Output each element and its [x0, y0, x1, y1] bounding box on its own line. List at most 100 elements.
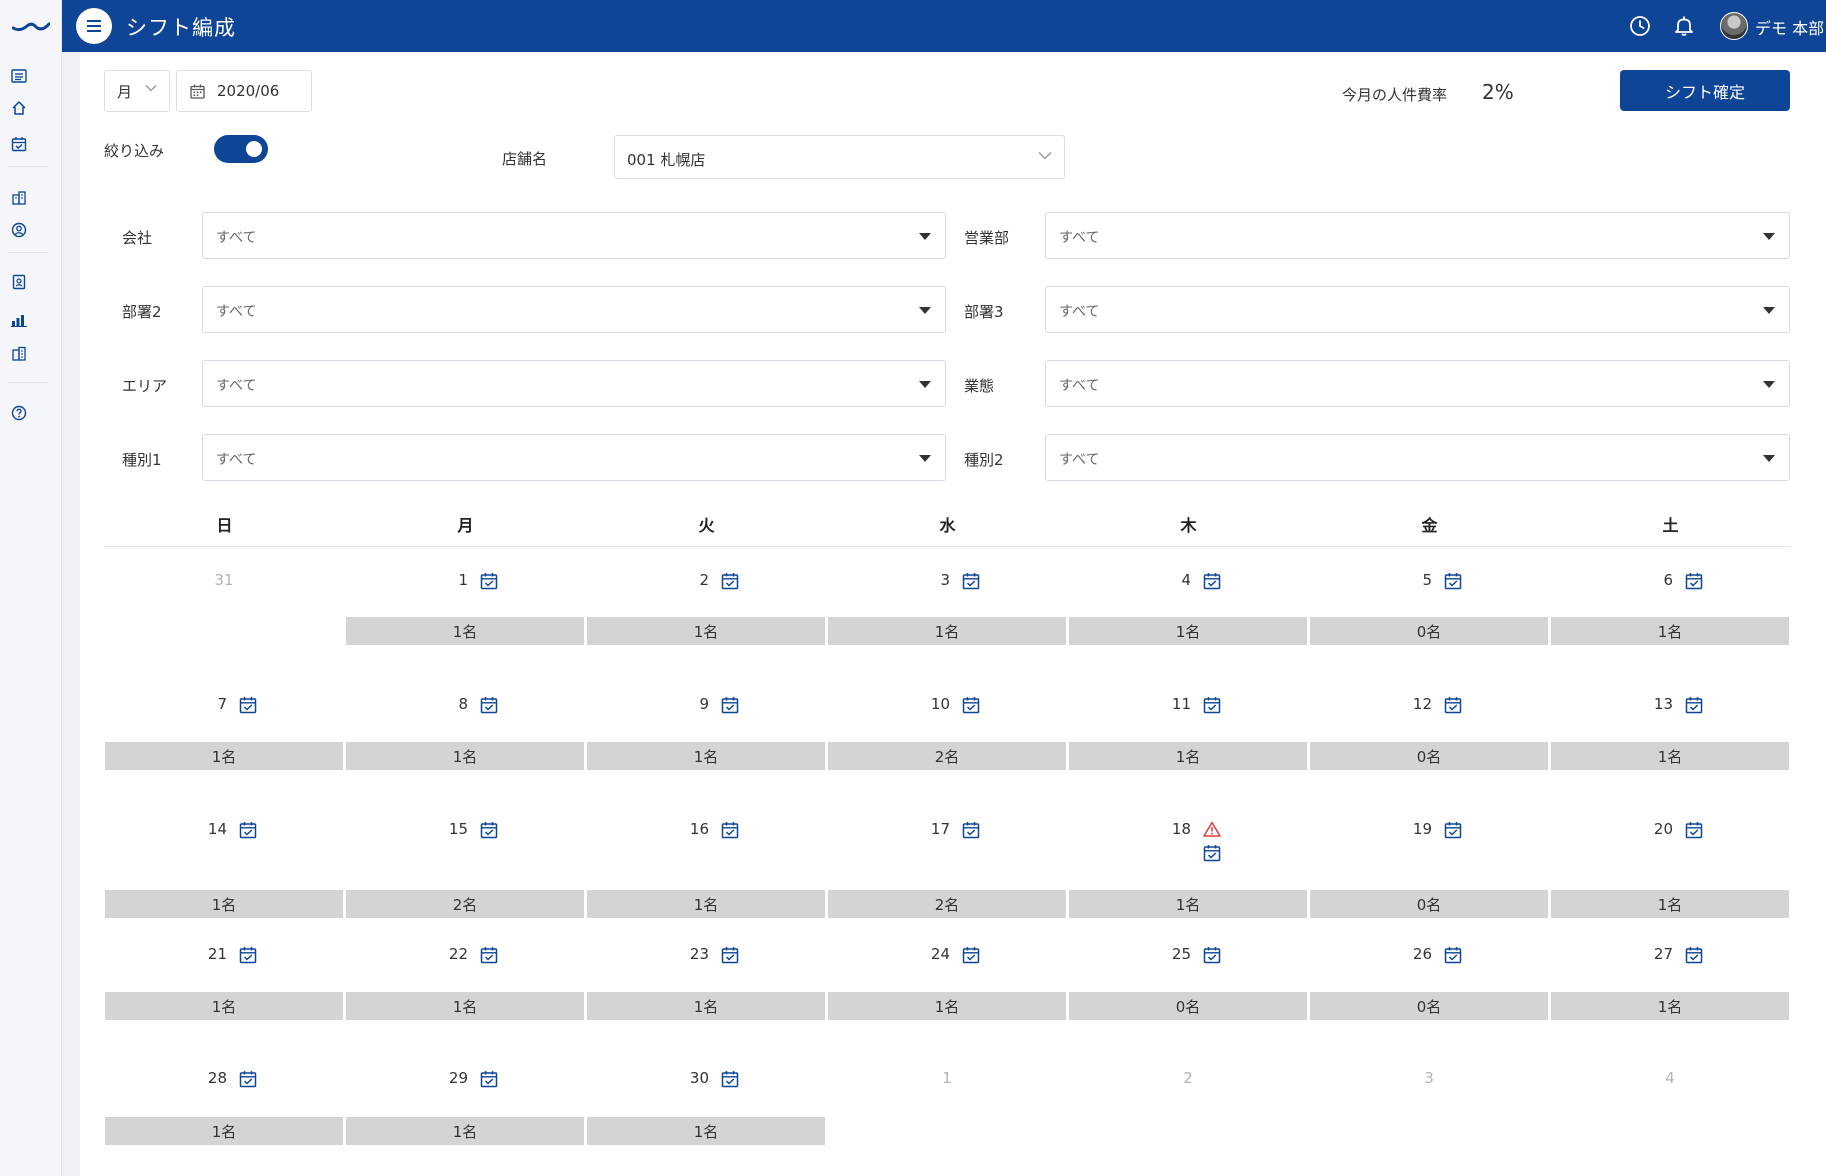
calendar-check-icon[interactable]: [239, 696, 257, 714]
staff-count-bar[interactable]: 2名: [346, 890, 584, 918]
caret-down-icon: [1763, 307, 1775, 314]
period-unit-select[interactable]: 月: [104, 70, 170, 112]
staff-count-bar[interactable]: 1名: [587, 742, 825, 770]
calendar-check-icon[interactable]: [1203, 572, 1221, 590]
filter-select-value: すべて: [1059, 378, 1100, 394]
avatar[interactable]: [1720, 12, 1748, 40]
staff-count-bar[interactable]: 1名: [346, 1117, 584, 1145]
calendar-check-icon[interactable]: [480, 1070, 498, 1088]
staff-count-bar[interactable]: 2名: [828, 890, 1066, 918]
labor-cost-label: 今月の人件費率: [1342, 86, 1448, 104]
staff-count-bar[interactable]: 1名: [105, 890, 343, 918]
calendar-check-icon[interactable]: [480, 572, 498, 590]
help-icon[interactable]: [9, 403, 29, 423]
calendar-check-icon[interactable]: [480, 696, 498, 714]
staff-count-bar[interactable]: 1名: [1551, 992, 1789, 1020]
calendar-check-icon[interactable]: [962, 572, 980, 590]
staff-count-bar[interactable]: 1名: [346, 742, 584, 770]
filter-select[interactable]: すべて: [202, 434, 946, 481]
bar-chart-icon[interactable]: [9, 310, 29, 330]
staff-count-bar[interactable]: 1名: [587, 1117, 825, 1145]
calendar-check-icon[interactable]: [721, 946, 739, 964]
staff-count-bar[interactable]: 2名: [828, 742, 1066, 770]
calendar-check-icon[interactable]: [962, 821, 980, 839]
clock-icon[interactable]: [1628, 14, 1652, 38]
list-icon[interactable]: [9, 66, 29, 86]
calendar-check-icon[interactable]: [721, 821, 739, 839]
filter-select[interactable]: すべて: [202, 360, 946, 407]
calendar-check-icon[interactable]: [1444, 696, 1462, 714]
day-number: 3: [1424, 1069, 1434, 1087]
bell-icon[interactable]: [1672, 14, 1696, 38]
staff-count-bar[interactable]: 1名: [587, 617, 825, 645]
calendar-check-icon[interactable]: [1203, 696, 1221, 714]
filter-select[interactable]: すべて: [1045, 212, 1790, 259]
home-icon[interactable]: [9, 98, 29, 118]
calendar-check-icon[interactable]: [239, 946, 257, 964]
filter-select[interactable]: すべて: [202, 212, 946, 259]
staff-count-bar[interactable]: 0名: [1310, 992, 1548, 1020]
day-number: 30: [689, 1069, 709, 1087]
staff-count-bar[interactable]: 1名: [1551, 890, 1789, 918]
staff-count-bar[interactable]: 1名: [105, 992, 343, 1020]
user-name[interactable]: デモ 本部: [1755, 15, 1824, 39]
filter-select[interactable]: すべて: [202, 286, 946, 333]
calendar-check-icon[interactable]: [239, 1070, 257, 1088]
staff-count-bar[interactable]: 1名: [1551, 742, 1789, 770]
staff-count-bar[interactable]: 1名: [587, 992, 825, 1020]
staff-count-bar[interactable]: 1名: [828, 617, 1066, 645]
calendar-check-icon[interactable]: [1444, 572, 1462, 590]
filter-label: 種別2: [964, 451, 1004, 469]
calendar-check-icon[interactable]: [721, 1070, 739, 1088]
filter-select[interactable]: すべて: [1045, 286, 1790, 333]
date-picker[interactable]: 2020/06: [176, 70, 312, 112]
filter-toggle[interactable]: [214, 135, 268, 163]
day-number: 14: [207, 820, 227, 838]
calendar-check-icon[interactable]: [480, 946, 498, 964]
calendar-check-icon[interactable]: [239, 821, 257, 839]
staff-count-bar[interactable]: 1名: [1069, 890, 1307, 918]
staff-count-bar[interactable]: 0名: [1310, 617, 1548, 645]
filter-select[interactable]: すべて: [1045, 360, 1790, 407]
calendar-check-icon[interactable]: [1685, 946, 1703, 964]
calendar-check-icon[interactable]: [962, 946, 980, 964]
store-select[interactable]: 001 札幌店: [614, 135, 1065, 179]
staff-count-bar[interactable]: 1名: [1551, 617, 1789, 645]
menu-button[interactable]: [76, 8, 112, 44]
shift-confirm-button[interactable]: シフト確定: [1620, 70, 1790, 111]
store-label: 店舗名: [502, 150, 548, 168]
office-icon[interactable]: [9, 344, 29, 364]
building-icon[interactable]: [9, 188, 29, 208]
calendar-check-icon[interactable]: [1444, 946, 1462, 964]
calendar-check-icon[interactable]: [1203, 844, 1221, 862]
staff-count-bar[interactable]: 1名: [346, 617, 584, 645]
staff-count-bar[interactable]: 1名: [346, 992, 584, 1020]
staff-count-bar[interactable]: 0名: [1310, 742, 1548, 770]
staff-count-bar[interactable]: 1名: [1069, 742, 1307, 770]
filter-select[interactable]: すべて: [1045, 434, 1790, 481]
staff-count-bar[interactable]: 0名: [1069, 992, 1307, 1020]
staff-count-bar[interactable]: 0名: [1310, 890, 1548, 918]
calendar-check-icon[interactable]: [9, 134, 29, 154]
calendar-check-icon[interactable]: [480, 821, 498, 839]
calendar-check-icon[interactable]: [1685, 821, 1703, 839]
calendar-check-icon[interactable]: [1444, 821, 1462, 839]
staff-count-bar[interactable]: 1名: [587, 890, 825, 918]
calendar-check-icon[interactable]: [1685, 696, 1703, 714]
staff-count-bar[interactable]: 1名: [1069, 617, 1307, 645]
weekday-header: 金: [1421, 516, 1438, 535]
calendar-check-icon[interactable]: [721, 572, 739, 590]
caret-down-icon: [1763, 381, 1775, 388]
id-badge-icon[interactable]: [9, 272, 29, 292]
filter-label: 会社: [122, 229, 153, 247]
calendar-check-icon[interactable]: [962, 696, 980, 714]
day-number: 6: [1663, 571, 1673, 589]
calendar-check-icon[interactable]: [1203, 946, 1221, 964]
warning-icon[interactable]: [1203, 821, 1221, 839]
staff-count-bar[interactable]: 1名: [828, 992, 1066, 1020]
calendar-check-icon[interactable]: [721, 696, 739, 714]
calendar-check-icon[interactable]: [1685, 572, 1703, 590]
staff-count-bar[interactable]: 1名: [105, 1117, 343, 1145]
staff-count-bar[interactable]: 1名: [105, 742, 343, 770]
user-circle-icon[interactable]: [9, 220, 29, 240]
